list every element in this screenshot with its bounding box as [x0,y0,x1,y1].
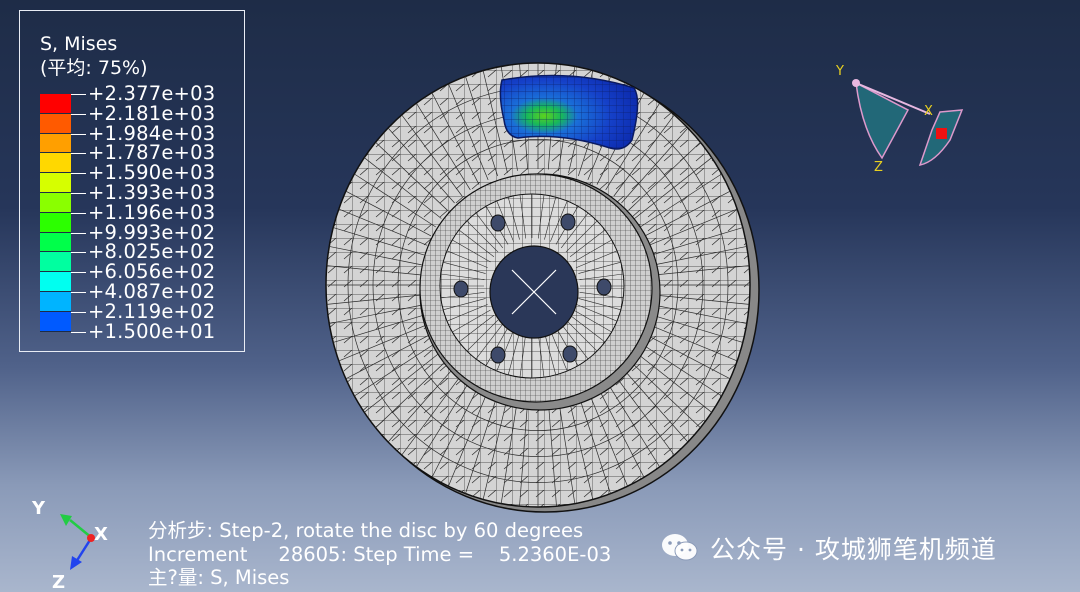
variable-info-line: 主?量: S, Mises [148,566,290,589]
triad-z-label: Z [52,572,66,592]
triad-x-label: X [94,524,108,545]
watermark-text: 公众号 · 攻城狮笔机频道 [710,535,997,564]
step-info-line: 分析步: Step-2, rotate the disc by 60 degre… [148,519,584,542]
brake-pad[interactable] [499,74,639,150]
triad-top-x-label: X [924,104,933,119]
watermark: 公众号 · 攻城狮笔机频道 [660,532,997,564]
brake-disc-model[interactable] [0,0,1080,592]
triad-top-y-label: Y [836,64,844,79]
triad-top-z-label: Z [874,160,883,175]
triad-y-label: Y [32,498,46,519]
increment-info-line: Increment 28605: Step Time = 5.2360E-03 [148,543,612,566]
wechat-icon [662,534,698,561]
global-axis-triad [60,514,95,570]
view-orientation-triad [852,79,964,166]
